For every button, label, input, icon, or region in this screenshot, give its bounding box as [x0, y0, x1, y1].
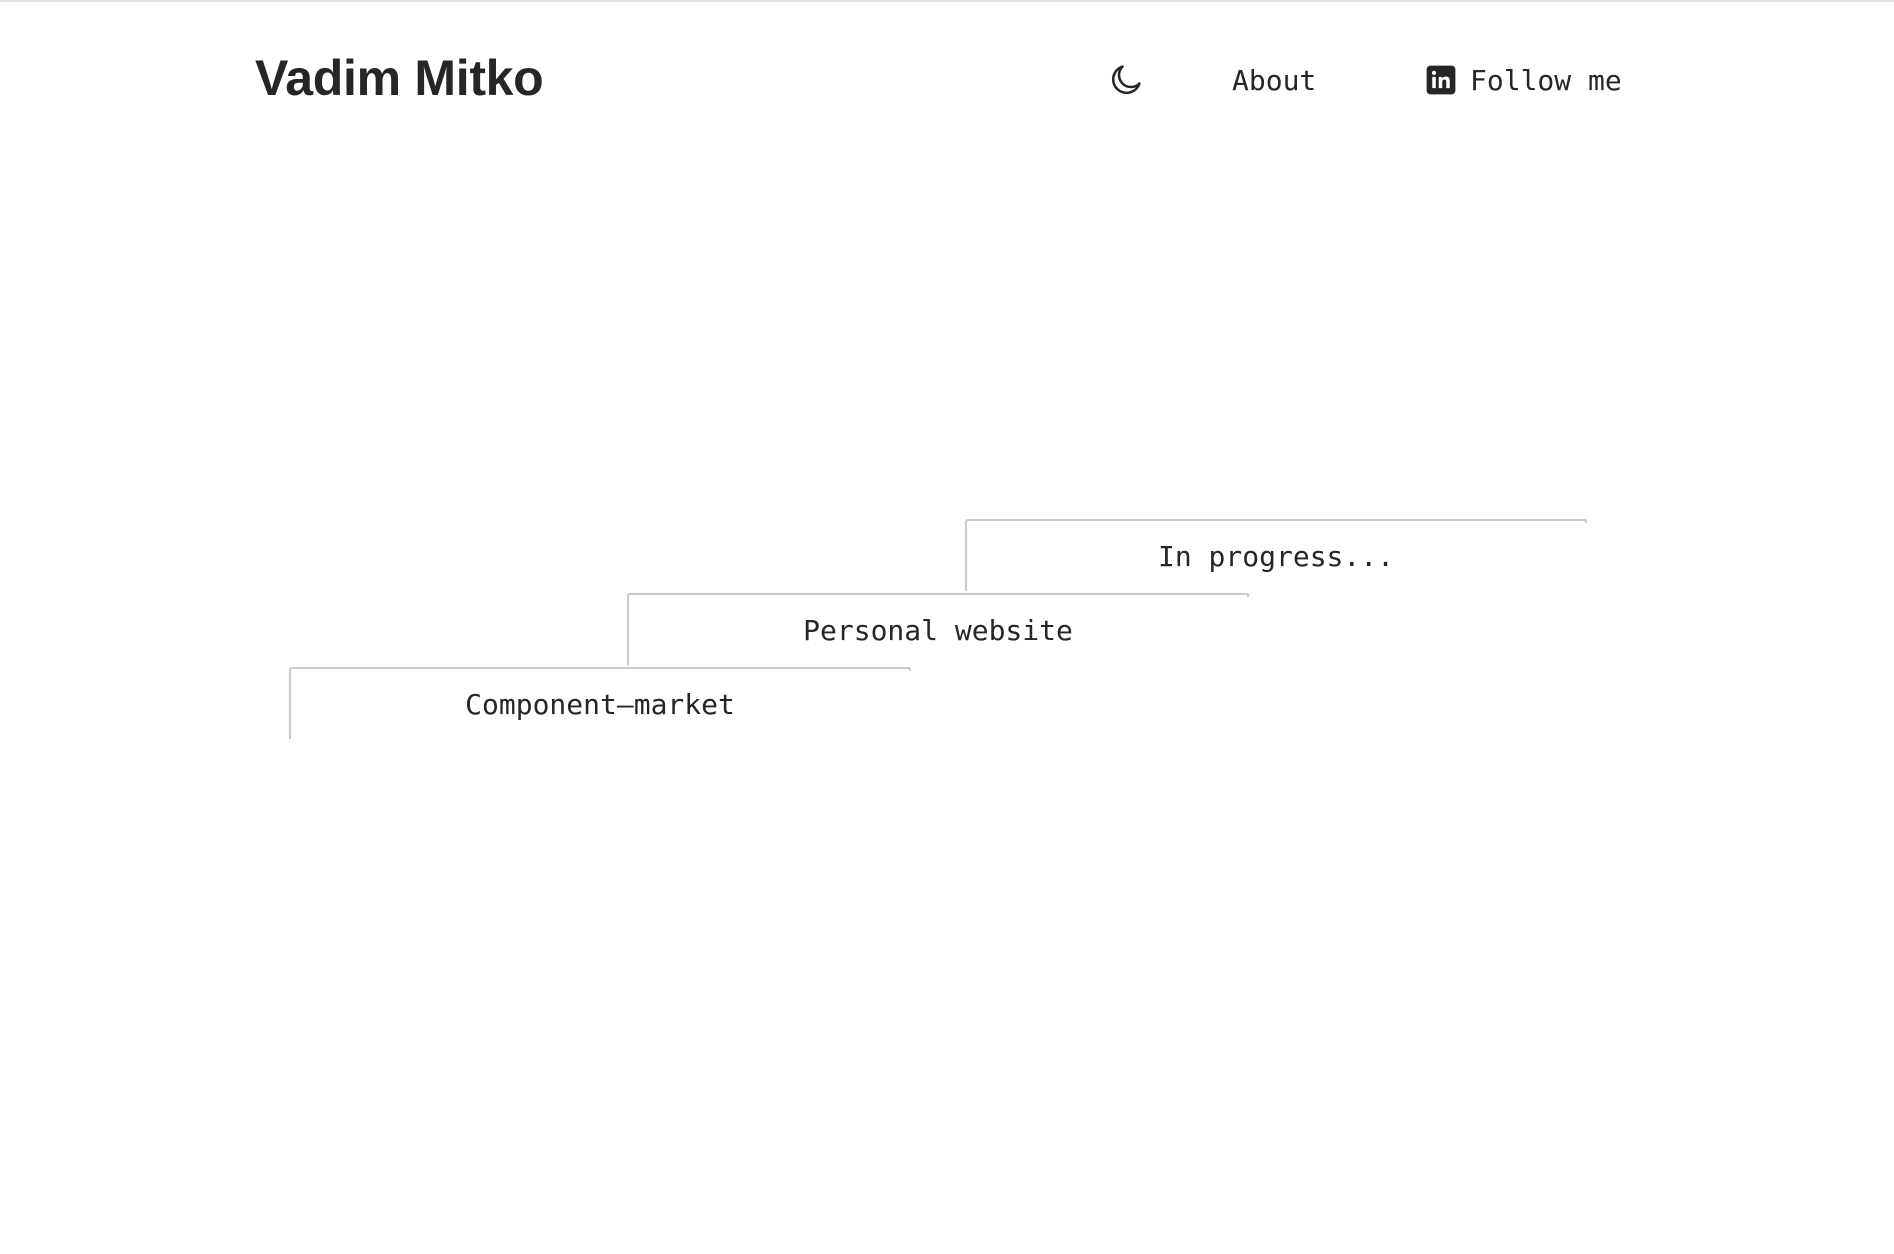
project-step-personal-website[interactable]: Personal website — [627, 593, 1249, 665]
project-step-component-market[interactable]: Component–market — [289, 667, 911, 739]
project-step-label: Personal website — [803, 613, 1073, 647]
follow-me-link[interactable]: Follow me — [1426, 56, 1622, 104]
follow-me-label: Follow me — [1470, 63, 1622, 97]
theme-toggle-button[interactable] — [1102, 56, 1150, 104]
site-title[interactable]: Vadim Mitko — [255, 48, 544, 108]
about-link[interactable]: About — [1232, 56, 1316, 104]
project-step-label: In progress... — [1157, 539, 1394, 573]
linkedin-icon — [1426, 65, 1456, 95]
moon-icon — [1111, 65, 1141, 95]
project-step-in-progress[interactable]: In progress... — [965, 519, 1587, 591]
project-step-label: Component–market — [465, 687, 735, 721]
top-divider — [0, 0, 1894, 2]
about-link-label: About — [1232, 63, 1317, 97]
